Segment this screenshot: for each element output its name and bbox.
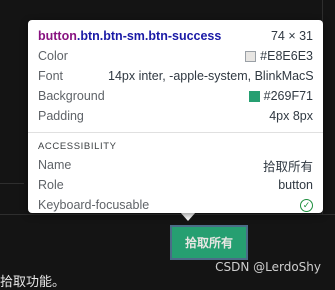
color-label: Color (38, 49, 68, 63)
a11y-name-value: 拾取所有 (262, 159, 313, 174)
a11y-name-label: Name (38, 158, 72, 172)
padding-value: 4px 8px (269, 109, 313, 123)
color-row: Color #E8E6E3 (38, 46, 313, 66)
a11y-role-label: Role (38, 178, 64, 192)
element-selector: button.btn.btn-sm.btn-success (38, 29, 221, 43)
page-description-text: 拾取功能。 (0, 274, 66, 289)
a11y-role-row: Role button (38, 175, 313, 195)
accessibility-heading: ACCESSIBILITY (38, 140, 117, 152)
font-row: Font 14px inter, -apple-system, BlinkMac… (38, 66, 313, 86)
check-circle-icon: ✓ (300, 198, 313, 212)
devtools-inspect-overlay: 拾取所有 拾取功能。 CSDN @LerdoShy button.btn.btn… (0, 0, 335, 289)
padding-label: Padding (38, 109, 84, 123)
a11y-name-row: Name 拾取所有 (38, 155, 313, 175)
font-label: Font (38, 69, 64, 83)
watermark: CSDN @LerdoShy (215, 260, 321, 274)
background-value: #269F71 (263, 89, 313, 103)
background-row: Background #269F71 (38, 86, 313, 106)
tooltip-header: button.btn.btn-sm.btn-success 74 × 31 (38, 26, 313, 46)
padding-row: Padding 4px 8px (38, 106, 313, 126)
font-value: 14px inter, -apple-system, BlinkMacSyste… (108, 69, 313, 83)
a11y-role-value: button (278, 178, 313, 192)
pick-all-button[interactable]: 拾取所有 (170, 225, 248, 260)
page-divider (0, 183, 24, 184)
a11y-focusable-row: Keyboard-focusable ✓ (38, 195, 313, 215)
color-value: #E8E6E3 (260, 49, 313, 63)
element-dimensions: 74 × 31 (270, 29, 313, 43)
inspect-tooltip: button.btn.btn-sm.btn-success 74 × 31 Co… (28, 20, 323, 213)
background-label: Background (38, 89, 105, 103)
selector-tag: button (38, 29, 77, 43)
section-divider (28, 132, 323, 133)
a11y-focusable-label: Keyboard-focusable (38, 198, 150, 212)
selector-classes: .btn.btn-sm.btn-success (76, 29, 222, 43)
color-swatch (245, 50, 257, 62)
background-swatch (248, 90, 260, 102)
